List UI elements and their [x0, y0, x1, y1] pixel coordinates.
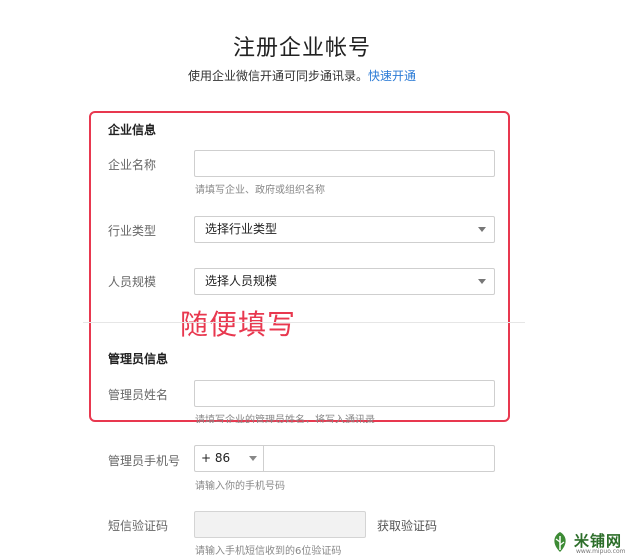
chevron-down-icon — [249, 456, 257, 461]
quick-open-link[interactable]: 快速开通 — [368, 69, 416, 83]
sms-code-hint: 请输入手机短信收到的6位验证码 — [195, 546, 342, 557]
admin-name-label: 管理员姓名 — [108, 388, 169, 402]
admin-name-hint: 请填写企业的管理员姓名，将写入通讯录 — [195, 415, 375, 426]
admin-info-heading: 管理员信息 — [108, 352, 169, 366]
phone-number-input[interactable] — [263, 445, 495, 472]
admin-phone-label: 管理员手机号 — [108, 454, 181, 468]
subtitle-text: 使用企业微信开通可同步通讯录。 — [187, 69, 368, 83]
section-divider — [83, 322, 525, 323]
company-info-heading: 企业信息 — [108, 123, 157, 137]
company-size-label: 人员规模 — [108, 275, 157, 289]
company-size-select[interactable]: 选择人员规模 — [194, 268, 495, 295]
company-name-hint: 请填写企业、政府或组织名称 — [195, 185, 325, 196]
sms-code-label: 短信验证码 — [108, 519, 169, 533]
company-name-input[interactable] — [194, 150, 495, 177]
leaf-logo-icon — [554, 532, 566, 552]
sms-code-input[interactable] — [194, 511, 366, 538]
chevron-down-icon — [478, 279, 486, 284]
watermark-url: www.mipuo.com — [576, 548, 626, 555]
country-code-value: + 86 — [201, 451, 231, 465]
chevron-down-icon — [478, 227, 486, 232]
company-size-select-value: 选择人员规模 — [205, 274, 278, 288]
industry-select[interactable]: 选择行业类型 — [194, 216, 495, 243]
phone-hint: 请输入你的手机号码 — [195, 481, 285, 492]
country-code-select[interactable]: + 86 — [194, 445, 263, 472]
company-name-label: 企业名称 — [108, 158, 157, 172]
industry-label: 行业类型 — [108, 224, 157, 238]
page-title: 注册企业帐号 — [232, 36, 371, 61]
annotation-note: 随便填写 — [180, 308, 297, 341]
get-sms-code-button[interactable]: 获取验证码 — [377, 517, 437, 534]
subtitle: 使用企业微信开通可同步通讯录。快速开通 — [0, 67, 604, 84]
watermark: 米铺网 www.mipuo.com — [548, 527, 636, 557]
industry-select-value: 选择行业类型 — [205, 222, 278, 236]
admin-name-input[interactable] — [194, 380, 495, 407]
